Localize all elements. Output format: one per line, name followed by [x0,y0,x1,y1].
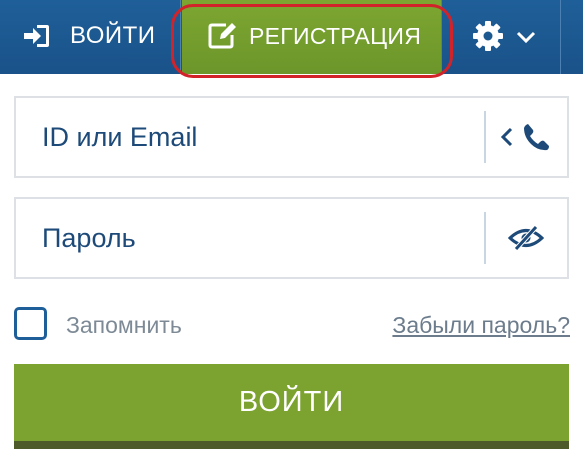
field-divider [484,212,486,264]
login-input[interactable] [16,98,476,176]
remember-checkbox[interactable] [14,307,47,340]
chevron-down-icon [516,30,536,44]
settings-menu-button[interactable] [458,0,558,74]
login-panel: ВОЙТИ РЕГИСТРАЦИЯ ID или Email Запомнить… [0,0,583,463]
tab-login-label: ВОЙТИ [70,22,156,49]
chevron-left-icon[interactable] [500,125,514,154]
password-input[interactable] [16,199,476,277]
tab-register[interactable]: РЕГИСТРАЦИЯ [182,0,441,74]
sign-in-icon [22,23,50,49]
topbar-edge [560,0,583,74]
login-submit-button[interactable]: ВОЙТИ [14,364,569,449]
eye-slash-icon[interactable] [507,225,545,256]
tab-register-label: РЕГИСТРАЦИЯ [249,23,422,49]
tab-divider [180,0,181,74]
phone-icon[interactable] [522,122,550,157]
password-field [14,197,569,279]
tab-divider [441,0,442,74]
login-field [14,96,569,178]
login-submit-label: ВОЙТИ [238,386,345,418]
edit-icon [208,21,238,49]
tab-login[interactable]: ВОЙТИ [0,0,180,74]
field-divider [484,111,486,163]
forgot-password-link[interactable]: Забыли пароль? [392,311,570,339]
auth-topbar: ВОЙТИ РЕГИСТРАЦИЯ [0,0,583,74]
gear-icon [472,20,504,52]
remember-label: Запомнить [66,312,182,338]
